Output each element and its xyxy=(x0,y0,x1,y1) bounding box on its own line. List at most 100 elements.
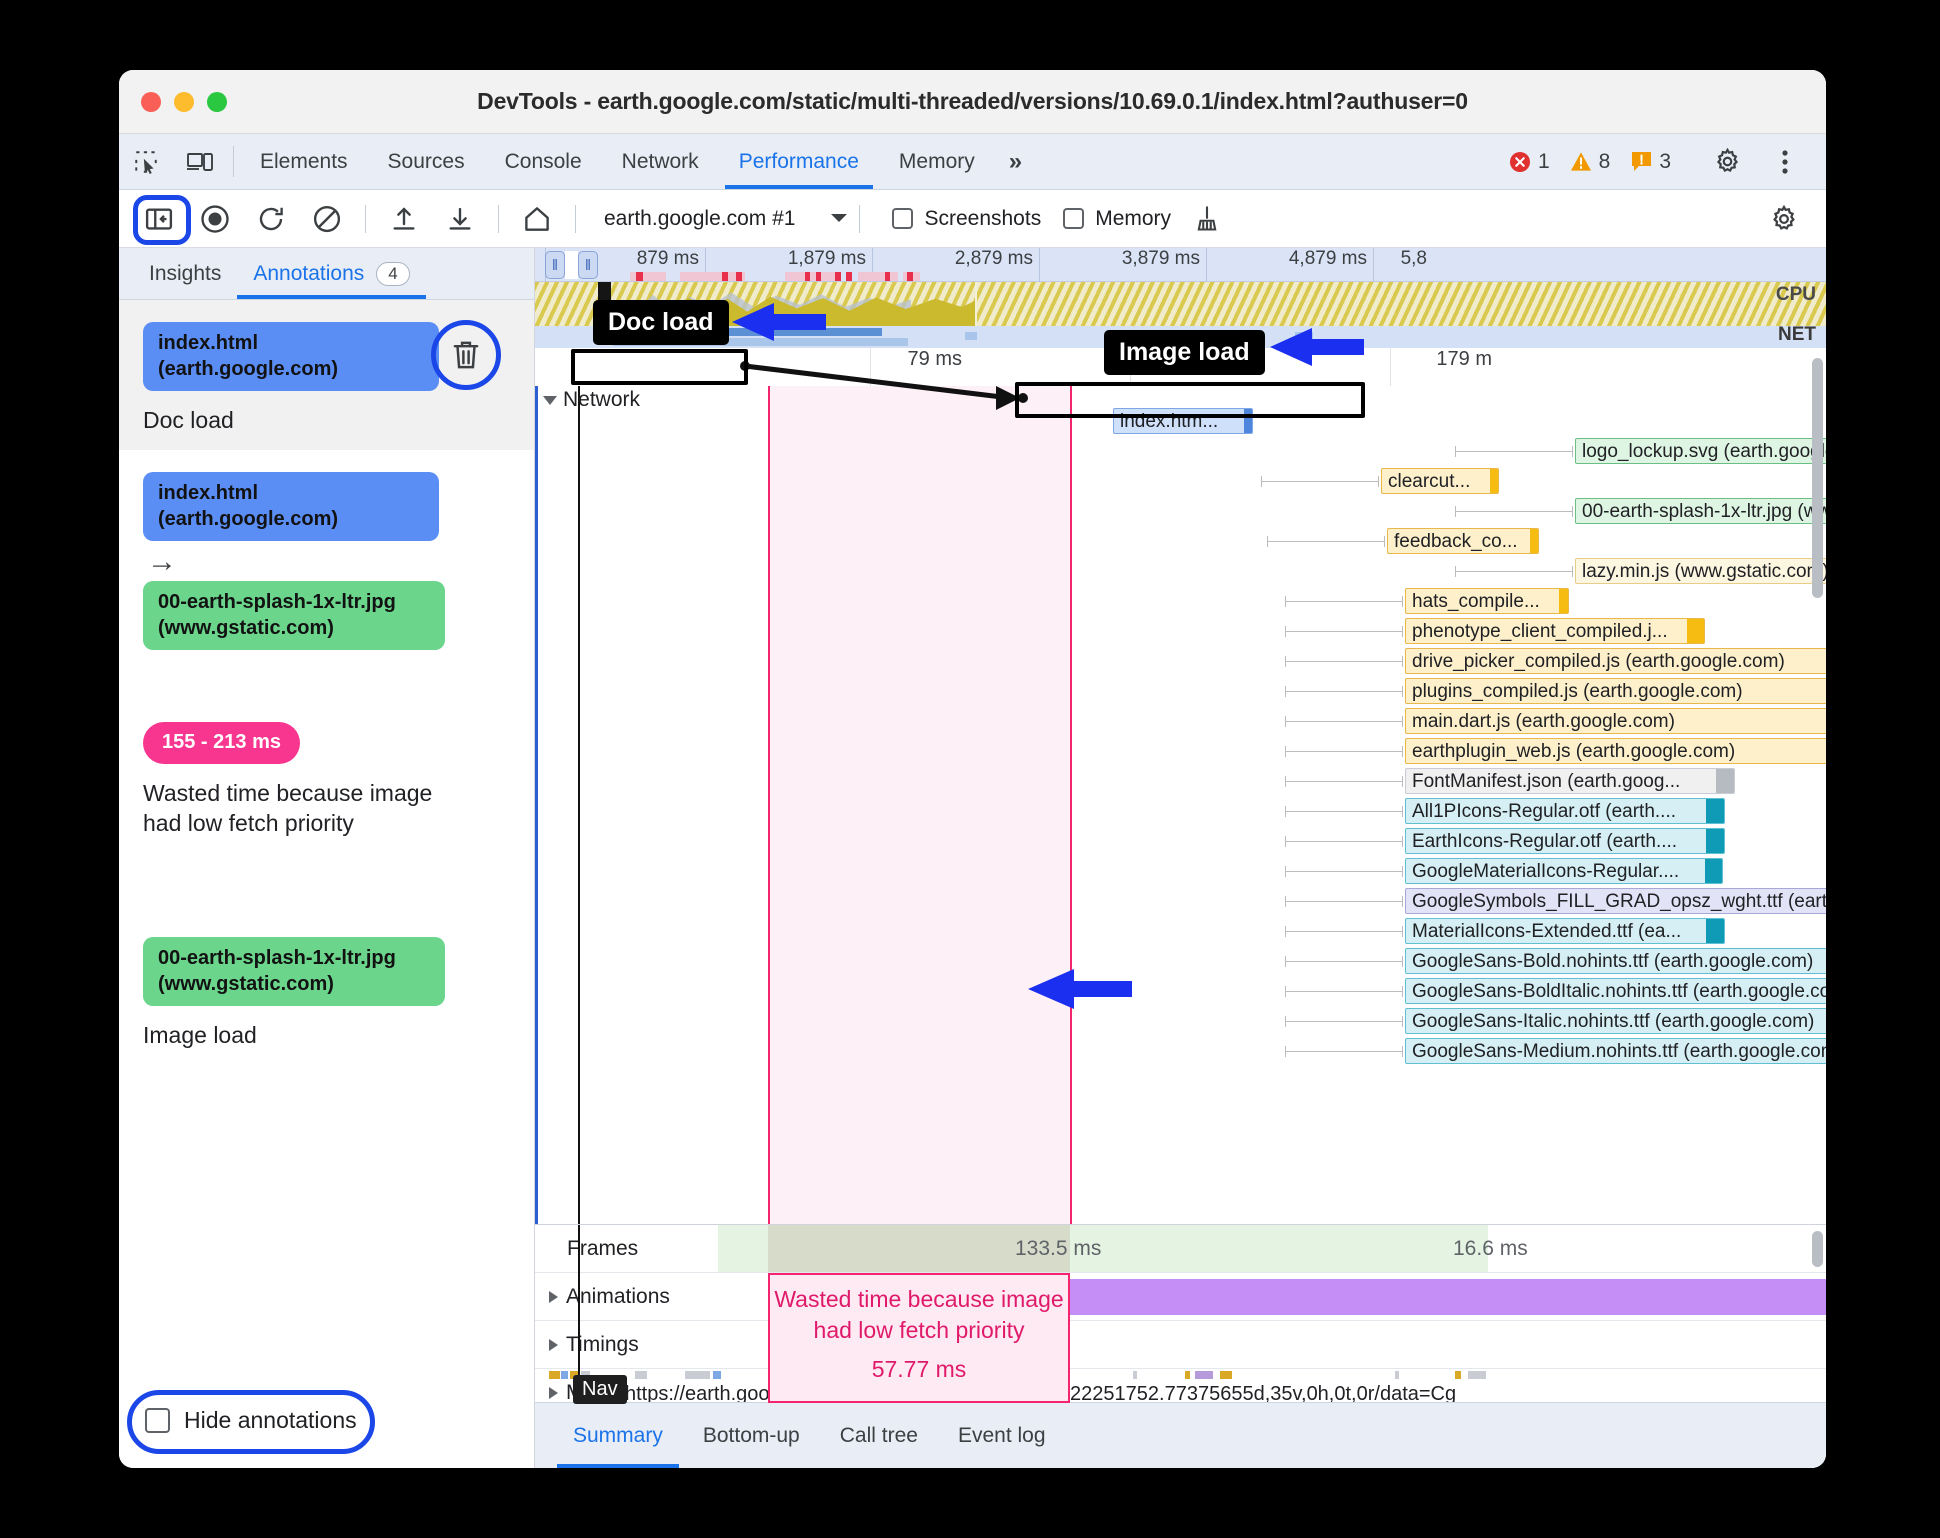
flame-scrollbar[interactable] xyxy=(1812,358,1823,598)
memory-checkbox[interactable]: Memory xyxy=(1063,207,1171,231)
memory-checkbox-box xyxy=(1063,208,1085,229)
network-request-bar[interactable]: FontManifest.json (earth.goog... xyxy=(1405,768,1735,794)
trace-select[interactable]: earth.google.com #1 xyxy=(604,207,849,231)
overview-right-handle[interactable]: ‖ xyxy=(578,251,598,279)
inspect-element-icon[interactable] xyxy=(119,134,173,189)
perfbar-divider-3 xyxy=(575,204,576,233)
network-request-bar[interactable]: phenotype_client_compiled.j... xyxy=(1405,618,1705,644)
delete-annotation-button[interactable] xyxy=(444,334,488,378)
bottom-scrollbar[interactable] xyxy=(1812,1231,1823,1267)
tab-elements[interactable]: Elements xyxy=(240,134,368,189)
request-whisker xyxy=(1285,596,1403,607)
overview-left-handle[interactable]: ‖ xyxy=(545,251,565,279)
tab-bottom-up[interactable]: Bottom-up xyxy=(683,1403,820,1468)
upload-icon[interactable] xyxy=(378,197,430,241)
track-row-animations[interactable]: Animations xyxy=(535,1273,1826,1321)
cpu-label: CPU xyxy=(1775,284,1816,305)
network-request-bar[interactable]: GoogleMaterialIcons-Regular.... xyxy=(1405,858,1723,884)
expand-triangle-icon xyxy=(549,1338,558,1351)
more-tabs-icon[interactable]: » xyxy=(995,134,1036,189)
network-request-bar[interactable]: clearcut... xyxy=(1381,468,1499,494)
network-request-bar[interactable]: GoogleSymbols_FILL_GRAD_opsz_wght.ttf (e… xyxy=(1405,888,1826,914)
doc-load-callout: Doc load xyxy=(593,300,729,345)
devtools-tab-bar: Elements Sources Console Network Perform… xyxy=(119,134,1826,190)
request-whisker xyxy=(1285,986,1403,997)
doc-to-image-connector-icon xyxy=(740,361,1028,410)
sidebar-toggle-icon[interactable] xyxy=(133,197,185,241)
network-request-bar[interactable]: plugins_compiled.js (earth.google.com) xyxy=(1405,678,1826,704)
network-request-bar[interactable]: hats_compile... xyxy=(1405,588,1569,614)
tab-sources[interactable]: Sources xyxy=(368,134,485,189)
network-request-bar[interactable]: 00-earth-splash-1x-ltr.jpg (ww... xyxy=(1575,498,1826,524)
frames-duration-a: 133.5 ms xyxy=(1015,1236,1102,1260)
wasted-time-arrow-icon xyxy=(1022,965,1132,1018)
network-track-header[interactable]: Network xyxy=(543,388,640,412)
wasted-time-annotation[interactable]: Wasted time because image had low fetch … xyxy=(768,1273,1070,1403)
network-request-bar[interactable]: MaterialIcons-Extended.ttf (ea... xyxy=(1405,918,1725,944)
network-request-bar[interactable]: earthplugin_web.js (earth.google.com) xyxy=(1405,738,1826,764)
tab-event-log[interactable]: Event log xyxy=(938,1403,1066,1468)
performance-settings-icon[interactable] xyxy=(1758,197,1810,241)
annotation-chip: 00-earth-splash-1x-ltr.jpg (www.gstatic.… xyxy=(143,581,445,651)
request-whisker xyxy=(1285,956,1403,967)
hide-annotations-checkbox[interactable]: Hide annotations xyxy=(145,1407,357,1434)
gear-icon[interactable] xyxy=(1700,147,1754,176)
tab-network[interactable]: Network xyxy=(602,134,719,189)
timings-label-group[interactable]: Timings xyxy=(549,1321,639,1368)
annotation-item-image-load[interactable]: 00-earth-splash-1x-ltr.jpg (www.gstatic.… xyxy=(119,915,534,1077)
annotation-item-wasted-time[interactable]: 155 - 213 ms Wasted time because image h… xyxy=(119,700,534,915)
sidebar-tab-insights[interactable]: Insights xyxy=(133,248,237,299)
network-request-bar[interactable]: GoogleSans-BoldItalic.nohints.ttf (earth… xyxy=(1405,978,1826,1004)
flame-chart[interactable]: 79 ms 129 ms 179 m Network index.htm...l… xyxy=(535,348,1826,1224)
flame-resize-handle[interactable]: ••• xyxy=(1166,348,1195,1222)
annotation-link-arrow-icon: → xyxy=(147,545,177,579)
info-counter[interactable]: 3 xyxy=(1622,150,1679,174)
flame-tick: 179 m xyxy=(1390,348,1500,386)
animation-bar[interactable] xyxy=(1070,1279,1826,1315)
network-request-bar[interactable]: GoogleSans-Medium.nohints.ttf (earth.goo… xyxy=(1405,1038,1826,1064)
warning-counter[interactable]: 8 xyxy=(1562,150,1619,174)
tab-summary[interactable]: Summary xyxy=(553,1403,683,1468)
broom-icon[interactable] xyxy=(1181,197,1233,241)
network-request-bar[interactable]: main.dart.js (earth.google.com) xyxy=(1405,708,1826,734)
track-row-timings[interactable]: Timings xyxy=(535,1321,1826,1369)
tab-console[interactable]: Console xyxy=(485,134,602,189)
network-request-bar[interactable]: GoogleSans-Italic.nohints.ttf (earth.goo… xyxy=(1405,1008,1826,1034)
nav-marker-tooltip: Nav xyxy=(573,1375,627,1404)
device-toolbar-icon[interactable] xyxy=(173,134,227,189)
network-request-bar[interactable]: GoogleSans-Bold.nohints.ttf (earth.googl… xyxy=(1405,948,1826,974)
annotations-count-badge: 4 xyxy=(376,261,410,286)
tab-performance[interactable]: Performance xyxy=(719,134,879,189)
screenshots-checkbox[interactable]: Screenshots xyxy=(892,207,1041,231)
reload-icon[interactable] xyxy=(245,197,297,241)
network-request-bar[interactable]: All1PIcons-Regular.otf (earth.... xyxy=(1405,798,1725,824)
request-whisker xyxy=(1455,566,1573,577)
tab-memory[interactable]: Memory xyxy=(879,134,995,189)
network-request-bar[interactable]: lazy.min.js (www.gstatic.com) xyxy=(1575,558,1826,584)
animations-label-group[interactable]: Animations xyxy=(549,1273,670,1320)
tab-event-log-label: Event log xyxy=(957,1423,1046,1447)
download-icon[interactable] xyxy=(434,197,486,241)
clear-icon[interactable] xyxy=(301,197,353,241)
annotation-time-range-chip: 155 - 213 ms xyxy=(143,722,300,764)
annotation-item-doc-to-image[interactable]: index.html (earth.google.com) → 00-earth… xyxy=(119,450,534,700)
tabbar-divider xyxy=(233,146,234,177)
track-row-frames[interactable]: Frames 133.5 ms 16.6 ms xyxy=(535,1225,1826,1273)
request-download-segment xyxy=(1706,799,1724,823)
home-icon[interactable] xyxy=(511,197,563,241)
perfbar-divider-1 xyxy=(365,204,366,233)
record-icon[interactable] xyxy=(189,197,241,241)
annotation-item-doc-load[interactable]: index.html (earth.google.com) Doc load xyxy=(119,300,534,450)
request-whisker xyxy=(1285,896,1403,907)
network-request-bar[interactable]: EarthIcons-Regular.otf (earth.... xyxy=(1405,828,1725,854)
error-counter[interactable]: 1 xyxy=(1501,150,1558,174)
sidebar-tab-annotations[interactable]: Annotations 4 xyxy=(237,248,427,299)
network-request-bar[interactable]: logo_lockup.svg (earth.google.com) xyxy=(1575,438,1826,464)
more-options-icon[interactable] xyxy=(1758,148,1812,176)
chevron-down-icon xyxy=(829,207,849,231)
warning-icon xyxy=(1570,151,1592,173)
network-request-bar[interactable]: drive_picker_compiled.js (earth.google.c… xyxy=(1405,648,1826,674)
title-bar: DevTools - earth.google.com/static/multi… xyxy=(119,70,1826,134)
tab-call-tree[interactable]: Call tree xyxy=(820,1403,938,1468)
network-request-bar[interactable]: feedback_co... xyxy=(1387,528,1539,554)
